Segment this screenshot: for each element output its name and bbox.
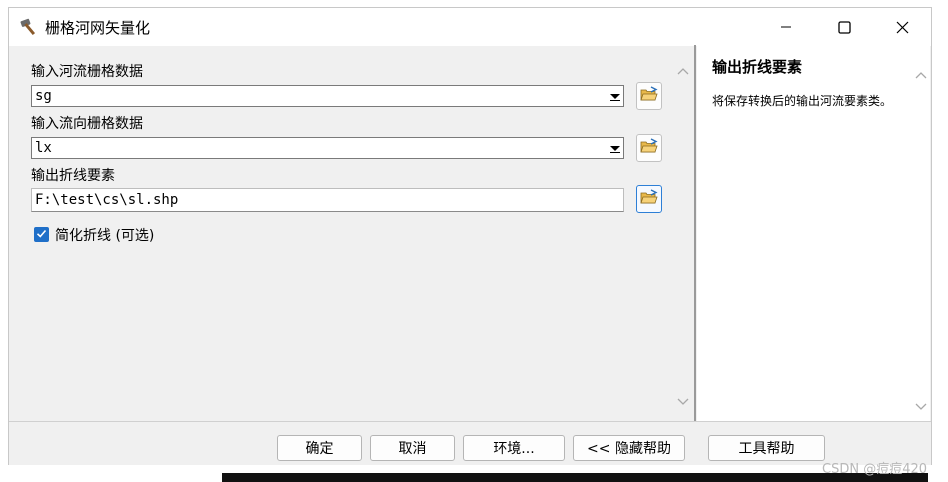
output-features-input[interactable]: F:\test\cs\sl.shp — [31, 188, 624, 212]
help-title: 输出折线要素 — [712, 58, 803, 76]
browse-flow-direction-button[interactable] — [636, 134, 662, 162]
close-icon — [896, 21, 909, 34]
help-scrollbar[interactable] — [911, 57, 931, 410]
output-features-value: F:\test\cs\sl.shp — [35, 192, 179, 208]
open-folder-icon — [640, 138, 658, 158]
river-raster-combo[interactable]: sg — [31, 85, 624, 107]
title-bar[interactable]: 栅格河网矢量化 — [9, 8, 931, 46]
scroll-down-icon[interactable] — [673, 392, 693, 412]
simplify-checkbox[interactable] — [34, 227, 49, 242]
river-raster-label: 输入河流栅格数据 — [31, 64, 143, 80]
tool-help-button[interactable]: 工具帮助 — [708, 435, 825, 461]
pane-divider[interactable] — [694, 45, 696, 421]
hammer-icon — [19, 17, 41, 37]
browse-output-features-button[interactable] — [636, 185, 662, 213]
tool-dialog-window: 栅格河网矢量化 输入河流栅格数据 sg 输入流向栅格数据 lx 输出折线要素 F… — [8, 7, 932, 465]
cancel-button[interactable]: 取消 — [370, 435, 455, 461]
help-pane: 输出折线要素 将保存转换后的输出河流要素类。 — [697, 45, 930, 421]
hide-help-button[interactable]: << 隐藏帮助 — [573, 435, 685, 461]
maximize-button[interactable] — [815, 8, 873, 46]
dropdown-arrow-icon[interactable] — [607, 86, 623, 106]
scroll-up-icon[interactable] — [673, 61, 693, 81]
parameters-scrollbar[interactable] — [673, 57, 693, 421]
minimize-icon — [780, 21, 792, 33]
simplify-label[interactable]: 简化折线 (可选) — [55, 225, 154, 245]
scroll-down-icon[interactable] — [911, 397, 931, 417]
browse-river-raster-button[interactable] — [636, 82, 662, 110]
watermark: CSDN @痘痘420 — [822, 462, 928, 477]
open-folder-icon — [640, 86, 658, 106]
scroll-up-icon[interactable] — [911, 65, 931, 85]
help-text: 将保存转换后的输出河流要素类。 — [712, 94, 893, 108]
ok-button[interactable]: 确定 — [277, 435, 362, 461]
parameters-pane: 输入河流栅格数据 sg 输入流向栅格数据 lx 输出折线要素 F:\test\c… — [25, 53, 689, 421]
button-bar: 确定 取消 环境... << 隐藏帮助 工具帮助 — [9, 421, 931, 465]
window-title: 栅格河网矢量化 — [45, 19, 151, 37]
output-features-label: 输出折线要素 — [31, 168, 115, 184]
checkmark-icon — [36, 227, 47, 243]
close-button[interactable] — [873, 8, 931, 46]
dropdown-arrow-icon[interactable] — [607, 138, 623, 158]
flow-direction-combo[interactable]: lx — [31, 137, 624, 159]
maximize-icon — [837, 20, 851, 34]
open-folder-icon — [640, 189, 658, 209]
minimize-button[interactable] — [757, 8, 815, 46]
flow-direction-label: 输入流向栅格数据 — [31, 116, 143, 132]
river-raster-value: sg — [35, 88, 52, 104]
flow-direction-value: lx — [35, 140, 52, 156]
environments-button[interactable]: 环境... — [463, 435, 565, 461]
